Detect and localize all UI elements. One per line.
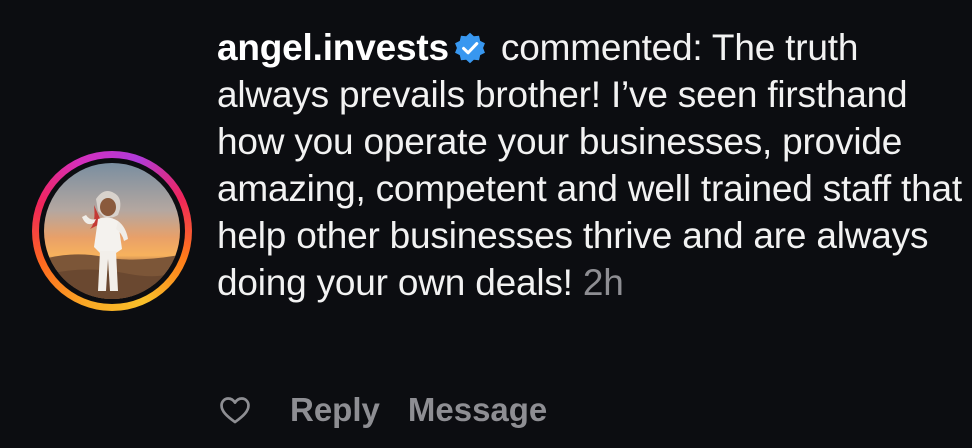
comment-notification: angel.invests commented: The truth alway…	[0, 0, 972, 448]
verified-badge-icon	[454, 32, 485, 64]
avatar[interactable]	[44, 163, 180, 299]
comment-body: angel.invests commented: The truth alway…	[217, 24, 967, 306]
avatar-photo	[44, 163, 180, 299]
message-button[interactable]: Message	[408, 391, 547, 429]
avatar-ring-gap	[39, 158, 185, 304]
reply-button[interactable]: Reply	[290, 391, 380, 429]
heart-outline-icon[interactable]	[218, 393, 252, 427]
timestamp: 2h	[582, 262, 624, 303]
story-ring[interactable]	[32, 151, 192, 311]
action-bar: Reply Message	[218, 388, 547, 432]
username[interactable]: angel.invests	[217, 27, 449, 68]
